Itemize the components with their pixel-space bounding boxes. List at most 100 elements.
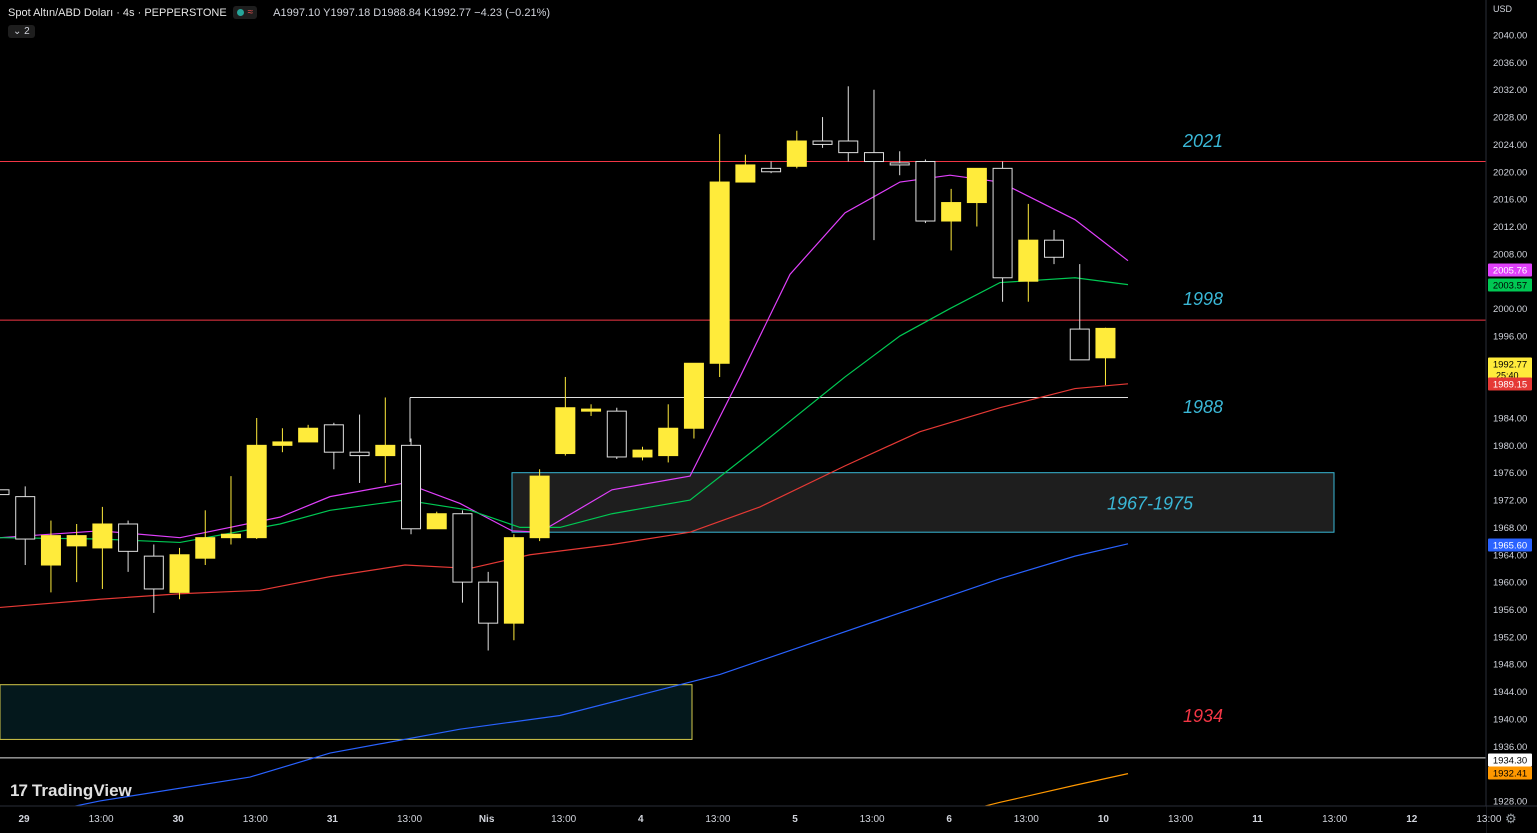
time-tick-label: 13:00 — [1476, 814, 1501, 825]
candle-body — [1044, 239, 1065, 258]
price-tick-label: 2028.00 — [1493, 113, 1527, 124]
zone-box — [511, 472, 1335, 533]
price-tick-label: 2012.00 — [1493, 222, 1527, 233]
moving-average-line — [0, 543, 1129, 823]
price-tag-value: 2005.76 — [1493, 266, 1527, 277]
candle-body — [709, 181, 730, 364]
price-tick-label: 1964.00 — [1493, 550, 1527, 561]
candle-body — [169, 554, 190, 593]
candle-body — [941, 202, 962, 222]
time-tick-label: 5 — [792, 814, 798, 825]
price-tick-label: 1972.00 — [1493, 496, 1527, 507]
candle-body — [118, 523, 139, 552]
level-label: 1934 — [1183, 706, 1223, 726]
price-tick-label: 1956.00 — [1493, 605, 1527, 616]
candle-body — [581, 408, 602, 412]
price-tick-label: 1936.00 — [1493, 742, 1527, 753]
price-tick-label: 1980.00 — [1493, 441, 1527, 452]
price-tick-label: 2036.00 — [1493, 58, 1527, 69]
symbol-legend: Spot Altın/ABD Doları · 4s · PEPPERSTONE… — [8, 6, 550, 19]
time-tick-label: 13:00 — [1014, 814, 1039, 825]
candle-body — [992, 167, 1013, 279]
indicator-collapse-button[interactable]: ⌄ 2 — [8, 25, 35, 38]
price-tick-label: 2032.00 — [1493, 85, 1527, 96]
time-axis-bg — [0, 806, 1486, 833]
level-label: 1998 — [1183, 289, 1223, 309]
tradingview-logo: 17 TradingView — [10, 781, 132, 801]
time-tick-label: Nis — [479, 814, 495, 825]
candle-body — [658, 427, 679, 457]
time-tick-label: 4 — [638, 814, 644, 825]
brand-name: TradingView — [31, 781, 132, 800]
gear-icon[interactable]: ⚙ — [1505, 811, 1517, 827]
time-tick-label: 13:00 — [705, 814, 730, 825]
candle-body — [452, 513, 473, 583]
price-tick-label: 2016.00 — [1493, 195, 1527, 206]
candle-body — [529, 475, 550, 539]
price-tick-label: 1968.00 — [1493, 523, 1527, 534]
candle-body — [272, 441, 293, 446]
candle-body — [735, 164, 756, 183]
ohlc-values: A1997.10 Y1997.18 D1988.84 K1992.77 −4.2… — [273, 6, 551, 19]
price-tick-label: 1948.00 — [1493, 660, 1527, 671]
candle-body — [426, 513, 447, 530]
time-tick-label: 10 — [1098, 814, 1110, 825]
price-tick-label: 1984.00 — [1493, 413, 1527, 424]
candle-body — [220, 533, 241, 539]
candle-body — [606, 410, 627, 458]
market-status-icon: ≈ — [232, 6, 258, 19]
time-tick-label: 13:00 — [551, 814, 576, 825]
zone-box — [0, 684, 693, 740]
price-tag-value: 1989.15 — [1493, 380, 1527, 391]
currency-selector[interactable]: USD — [1493, 4, 1512, 14]
time-tick-label: 13:00 — [89, 814, 114, 825]
time-tick-label: 30 — [173, 814, 185, 825]
candle-body — [375, 444, 396, 457]
candle-body — [298, 427, 319, 443]
symbol-title[interactable]: Spot Altın/ABD Doları · 4s · PEPPERSTONE — [8, 7, 227, 19]
candle-body — [555, 407, 576, 455]
candle-body — [40, 535, 61, 566]
candle-body — [246, 444, 267, 539]
time-tick-label: 13:00 — [243, 814, 268, 825]
candle-body — [863, 152, 884, 163]
price-tick-label: 2020.00 — [1493, 167, 1527, 178]
price-tag-value: 1992.77 — [1493, 360, 1527, 371]
candle-body — [401, 444, 422, 530]
price-tick-label: 1976.00 — [1493, 468, 1527, 479]
candle-body — [966, 167, 987, 204]
candle-body — [889, 162, 910, 166]
level-label: 1988 — [1183, 397, 1223, 417]
candle-body — [478, 581, 499, 624]
candle-body — [786, 140, 807, 167]
time-tick-label: 13:00 — [1322, 814, 1347, 825]
price-chart[interactable]: 1967-1975 2021 1998 1988 1934 2040.00 2036.00 2… — [0, 0, 1537, 833]
price-tick-label: 2024.00 — [1493, 140, 1527, 151]
time-tick-label: 29 — [18, 814, 30, 825]
price-tick-label: 2008.00 — [1493, 249, 1527, 260]
tradingview-logo-icon: 17 — [10, 781, 28, 800]
price-tick-label: 1952.00 — [1493, 632, 1527, 643]
candle-body — [1018, 239, 1039, 282]
time-tick-label: 13:00 — [1168, 814, 1193, 825]
candle-body — [761, 167, 782, 173]
price-tick-label: 1944.00 — [1493, 687, 1527, 698]
candle-body — [143, 555, 164, 590]
price-tag-value: 1965.60 — [1493, 541, 1527, 552]
time-tick-label: 6 — [946, 814, 952, 825]
candle-body — [66, 535, 87, 547]
candle-body — [349, 451, 370, 457]
chevron-down-icon: ⌄ — [13, 26, 22, 37]
candle-body — [632, 449, 653, 458]
candle-body — [812, 140, 833, 145]
candle-body — [838, 140, 859, 154]
price-tick-label: 1996.00 — [1493, 331, 1527, 342]
price-tick-label: 1960.00 — [1493, 578, 1527, 589]
candle-body — [1069, 328, 1090, 361]
candle-body — [683, 362, 704, 429]
time-tick-label: 11 — [1252, 814, 1263, 825]
price-tick-label: 2040.00 — [1493, 31, 1527, 42]
candle-body — [195, 537, 216, 559]
price-tick-label: 2000.00 — [1493, 304, 1527, 315]
candle-body — [15, 496, 36, 540]
